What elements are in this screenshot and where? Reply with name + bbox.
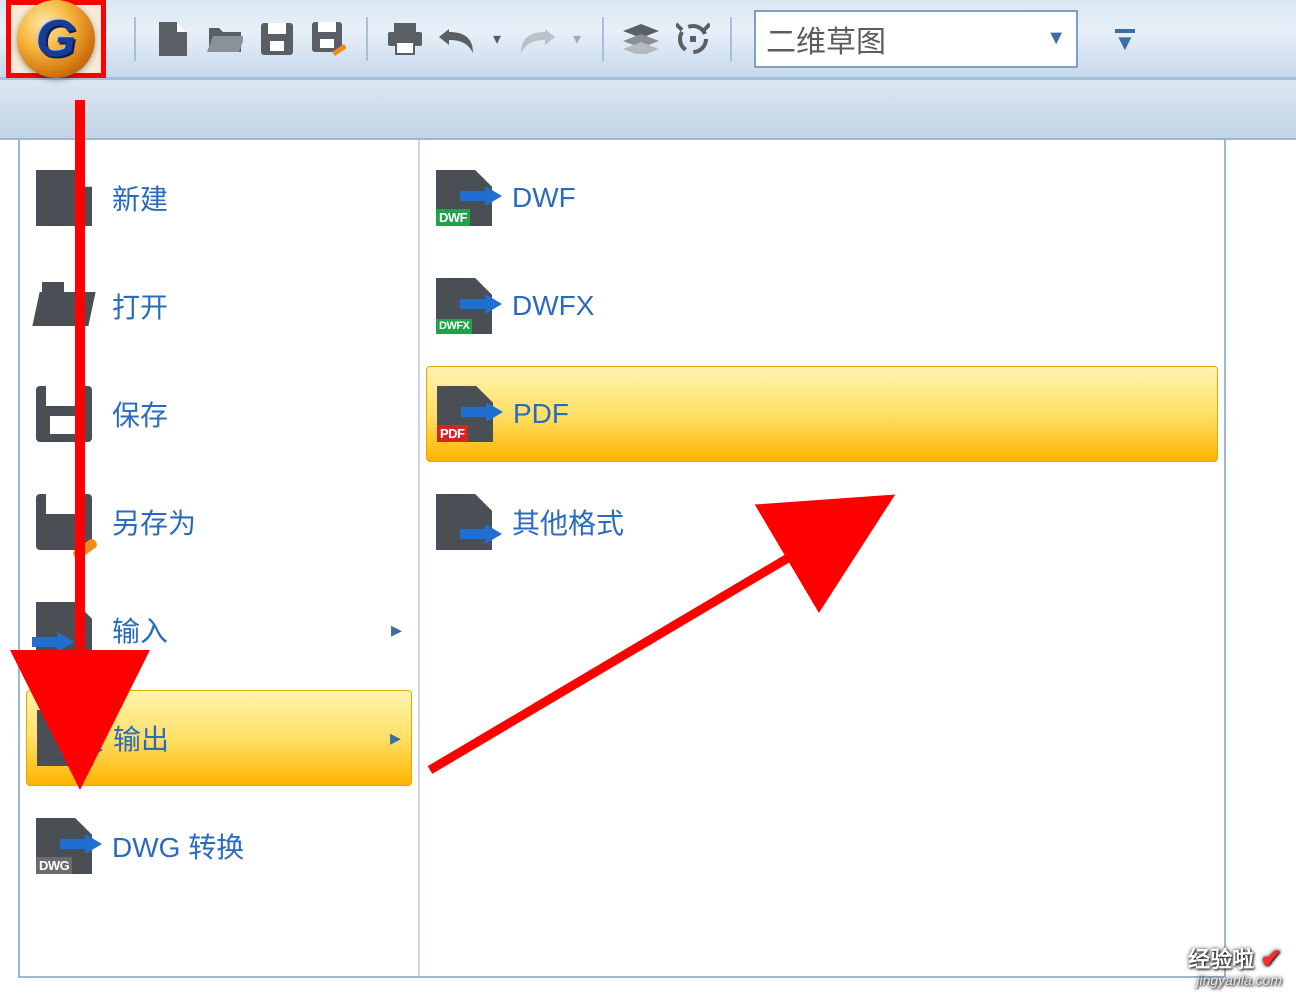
submenu-item-dwf[interactable]: DWF DWF: [426, 150, 1218, 246]
icon-tag: DWFX: [436, 319, 472, 334]
open-file-icon[interactable]: [206, 20, 244, 58]
chevron-down-icon: ▼: [1046, 27, 1066, 50]
dwf-file-icon: DWF: [436, 170, 492, 226]
icon-tag: DWG: [36, 857, 72, 874]
export-icon: [37, 710, 93, 766]
separator: [134, 17, 136, 61]
arrow-right-icon: [60, 834, 102, 854]
menu-item-import[interactable]: 输入 ▸: [26, 582, 412, 678]
app-menu-left-column: 新建 打开 保存 另存为 输入 ▸ 输出 ▸ DWG: [20, 140, 420, 976]
submenu-item-dwfx[interactable]: DWFX DWFX: [426, 258, 1218, 354]
menu-item-label: DWFX: [512, 290, 594, 322]
import-icon: [36, 602, 92, 658]
separator: [366, 17, 368, 61]
menu-item-new[interactable]: 新建: [26, 150, 412, 246]
submenu-arrow-icon: ▸: [390, 725, 401, 751]
watermark-text: 经验啦: [1188, 947, 1254, 972]
undo-icon[interactable]: [438, 20, 476, 58]
pdf-file-icon: PDF: [437, 386, 493, 442]
icon-tag: DWF: [436, 209, 470, 226]
qat-icon-group: ▾ ▾: [130, 17, 736, 61]
export-submenu: DWF DWF DWFX DWFX PDF PDF 其他格式: [420, 140, 1224, 976]
menu-item-label: 新建: [112, 178, 168, 218]
ribbon-strip: [0, 80, 1296, 140]
menu-item-dwg-convert[interactable]: DWG DWG 转换: [26, 798, 412, 894]
menu-item-label: 输入: [112, 610, 168, 650]
save-icon: [36, 386, 92, 442]
app-menu-panel: 新建 打开 保存 另存为 输入 ▸ 输出 ▸ DWG: [18, 138, 1226, 978]
app-button-glyph: G: [36, 13, 76, 65]
save-as-icon[interactable]: [310, 20, 348, 58]
menu-item-label: PDF: [513, 398, 569, 430]
new-file-icon: [36, 170, 92, 226]
icon-tag: PDF: [437, 425, 468, 442]
menu-item-label: DWF: [512, 182, 576, 214]
check-icon: ✔: [1260, 943, 1282, 973]
watermark-url: jingyanla.com: [1188, 973, 1282, 988]
app-button-highlight: G: [6, 0, 106, 78]
new-file-icon[interactable]: [154, 20, 192, 58]
undo-dropdown-icon[interactable]: ▾: [490, 29, 504, 49]
menu-item-label: DWG 转换: [112, 826, 244, 866]
qat-overflow-icon[interactable]: ▼: [1114, 29, 1136, 48]
redo-dropdown-icon[interactable]: ▾: [570, 29, 584, 49]
menu-item-label: 另存为: [112, 502, 196, 542]
workspace-selector[interactable]: 二维草图 ▼: [754, 10, 1078, 68]
app-menu-button[interactable]: G: [17, 0, 95, 78]
submenu-item-pdf[interactable]: PDF PDF: [426, 366, 1218, 462]
open-file-icon: [36, 278, 92, 334]
help-icon[interactable]: [674, 20, 712, 58]
menu-item-save-as[interactable]: 另存为: [26, 474, 412, 570]
menu-item-export[interactable]: 输出 ▸: [26, 690, 412, 786]
menu-item-label: 打开: [112, 286, 168, 326]
quick-access-toolbar: G ▾ ▾: [0, 0, 1296, 80]
dwg-convert-icon: DWG: [36, 818, 92, 874]
menu-item-label: 保存: [112, 394, 168, 434]
workspace-label: 二维草图: [766, 17, 886, 61]
separator: [602, 17, 604, 61]
arrow-right-icon: [460, 186, 502, 206]
submenu-item-other-formats[interactable]: 其他格式: [426, 474, 1218, 570]
submenu-arrow-icon: ▸: [391, 617, 402, 643]
redo-icon[interactable]: [518, 20, 556, 58]
dwfx-file-icon: DWFX: [436, 278, 492, 334]
arrow-right-icon: [460, 294, 502, 314]
menu-item-label: 其他格式: [512, 502, 624, 542]
save-icon[interactable]: [258, 20, 296, 58]
print-icon[interactable]: [386, 20, 424, 58]
other-format-icon: [436, 494, 492, 550]
menu-item-open[interactable]: 打开: [26, 258, 412, 354]
watermark: 经验啦 ✔ jingyanla.com: [1188, 944, 1282, 988]
separator: [730, 17, 732, 61]
arrow-right-icon: [461, 402, 503, 422]
menu-item-save[interactable]: 保存: [26, 366, 412, 462]
menu-item-label: 输出: [113, 718, 169, 758]
save-as-icon: [36, 494, 92, 550]
layers-icon[interactable]: [622, 20, 660, 58]
